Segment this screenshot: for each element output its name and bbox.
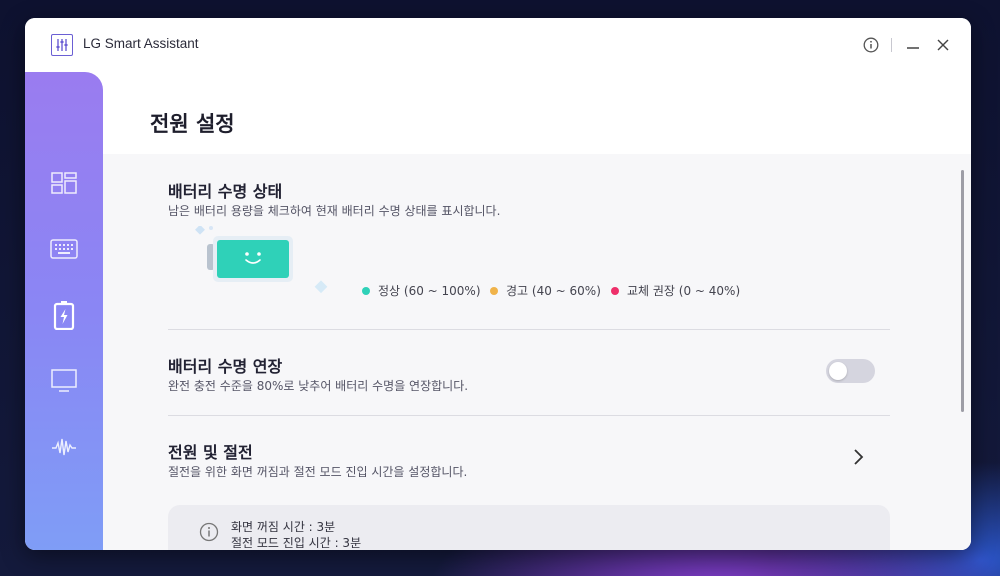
settings-content: 배터리 수명 상태 남은 배터리 용량을 체크하여 현재 배터리 수명 상태를 … [103,154,971,550]
power-saving-info-box: 화면 꺼짐 시간 : 3분 절전 모드 진입 시간 : 3분 [168,505,890,550]
scrollbar[interactable] [961,170,964,412]
legend-warning: 경고 (40 ~ 60%) [490,282,601,299]
sidebar-item-keyboard[interactable] [47,232,81,266]
battery-extend-title: 배터리 수명 연장 [168,357,283,376]
sleep-mode-time: 절전 모드 진입 시간 : 3분 [231,536,362,550]
sidebar [25,72,103,550]
monitor-icon [51,369,77,392]
app-logo-icon [51,34,73,56]
main-panel: 전원 설정 배터리 수명 상태 남은 배터리 용량을 체크하여 현재 배터리 수… [103,72,971,550]
power-saving-open-button[interactable] [851,447,867,467]
sidebar-item-audio[interactable] [47,430,81,464]
legend-dot-normal [362,286,370,295]
toggle-knob [829,362,847,380]
chevron-right-icon [854,449,864,465]
app-title: LG Smart Assistant [83,36,199,51]
minimize-button[interactable] [903,35,923,55]
legend-label: 교체 권장 (0 ~ 40%) [627,284,741,298]
minimize-icon [907,47,919,49]
battery-extend-toggle[interactable] [826,359,875,383]
titlebar: LG Smart Assistant [25,18,971,72]
legend-label: 경고 (40 ~ 60%) [506,284,601,298]
sidebar-item-display[interactable] [47,364,81,398]
battery-health-description: 남은 배터리 용량을 체크하여 현재 배터리 수명 상태를 표시합니다. [168,204,501,218]
legend-dot-warning [490,286,498,295]
screen-off-time: 화면 꺼짐 시간 : 3분 [231,520,336,534]
battery-charging-icon [53,301,75,330]
legend-normal: 정상 (60 ~ 100%) [362,282,481,299]
info-icon [863,37,879,53]
info-icon [199,522,219,542]
sidebar-item-dashboard[interactable] [47,166,81,200]
close-button[interactable] [933,35,953,55]
battery-health-illustration [189,224,329,316]
audio-wave-icon [52,438,76,456]
app-window: LG Smart Assistant 전원 설정 배터리 수명 상태 남은 배터… [25,18,971,550]
titlebar-separator [891,38,892,52]
keyboard-icon [50,239,78,259]
dashboard-icon [51,172,77,194]
info-button[interactable] [861,35,881,55]
power-saving-description: 절전을 위한 화면 꺼짐과 절전 모드 진입 시간을 설정합니다. [168,465,468,479]
legend-replace: 교체 권장 (0 ~ 40%) [611,282,740,299]
close-icon [937,39,949,51]
battery-health-title: 배터리 수명 상태 [168,182,283,201]
divider [168,329,890,330]
legend-dot-replace [611,286,619,295]
divider [168,415,890,416]
legend-label: 정상 (60 ~ 100%) [378,284,481,298]
power-saving-title: 전원 및 절전 [168,443,253,462]
sidebar-item-battery[interactable] [47,298,81,332]
page-title: 전원 설정 [150,112,235,136]
battery-extend-description: 완전 충전 수준을 80%로 낮추어 배터리 수명을 연장합니다. [168,379,469,393]
